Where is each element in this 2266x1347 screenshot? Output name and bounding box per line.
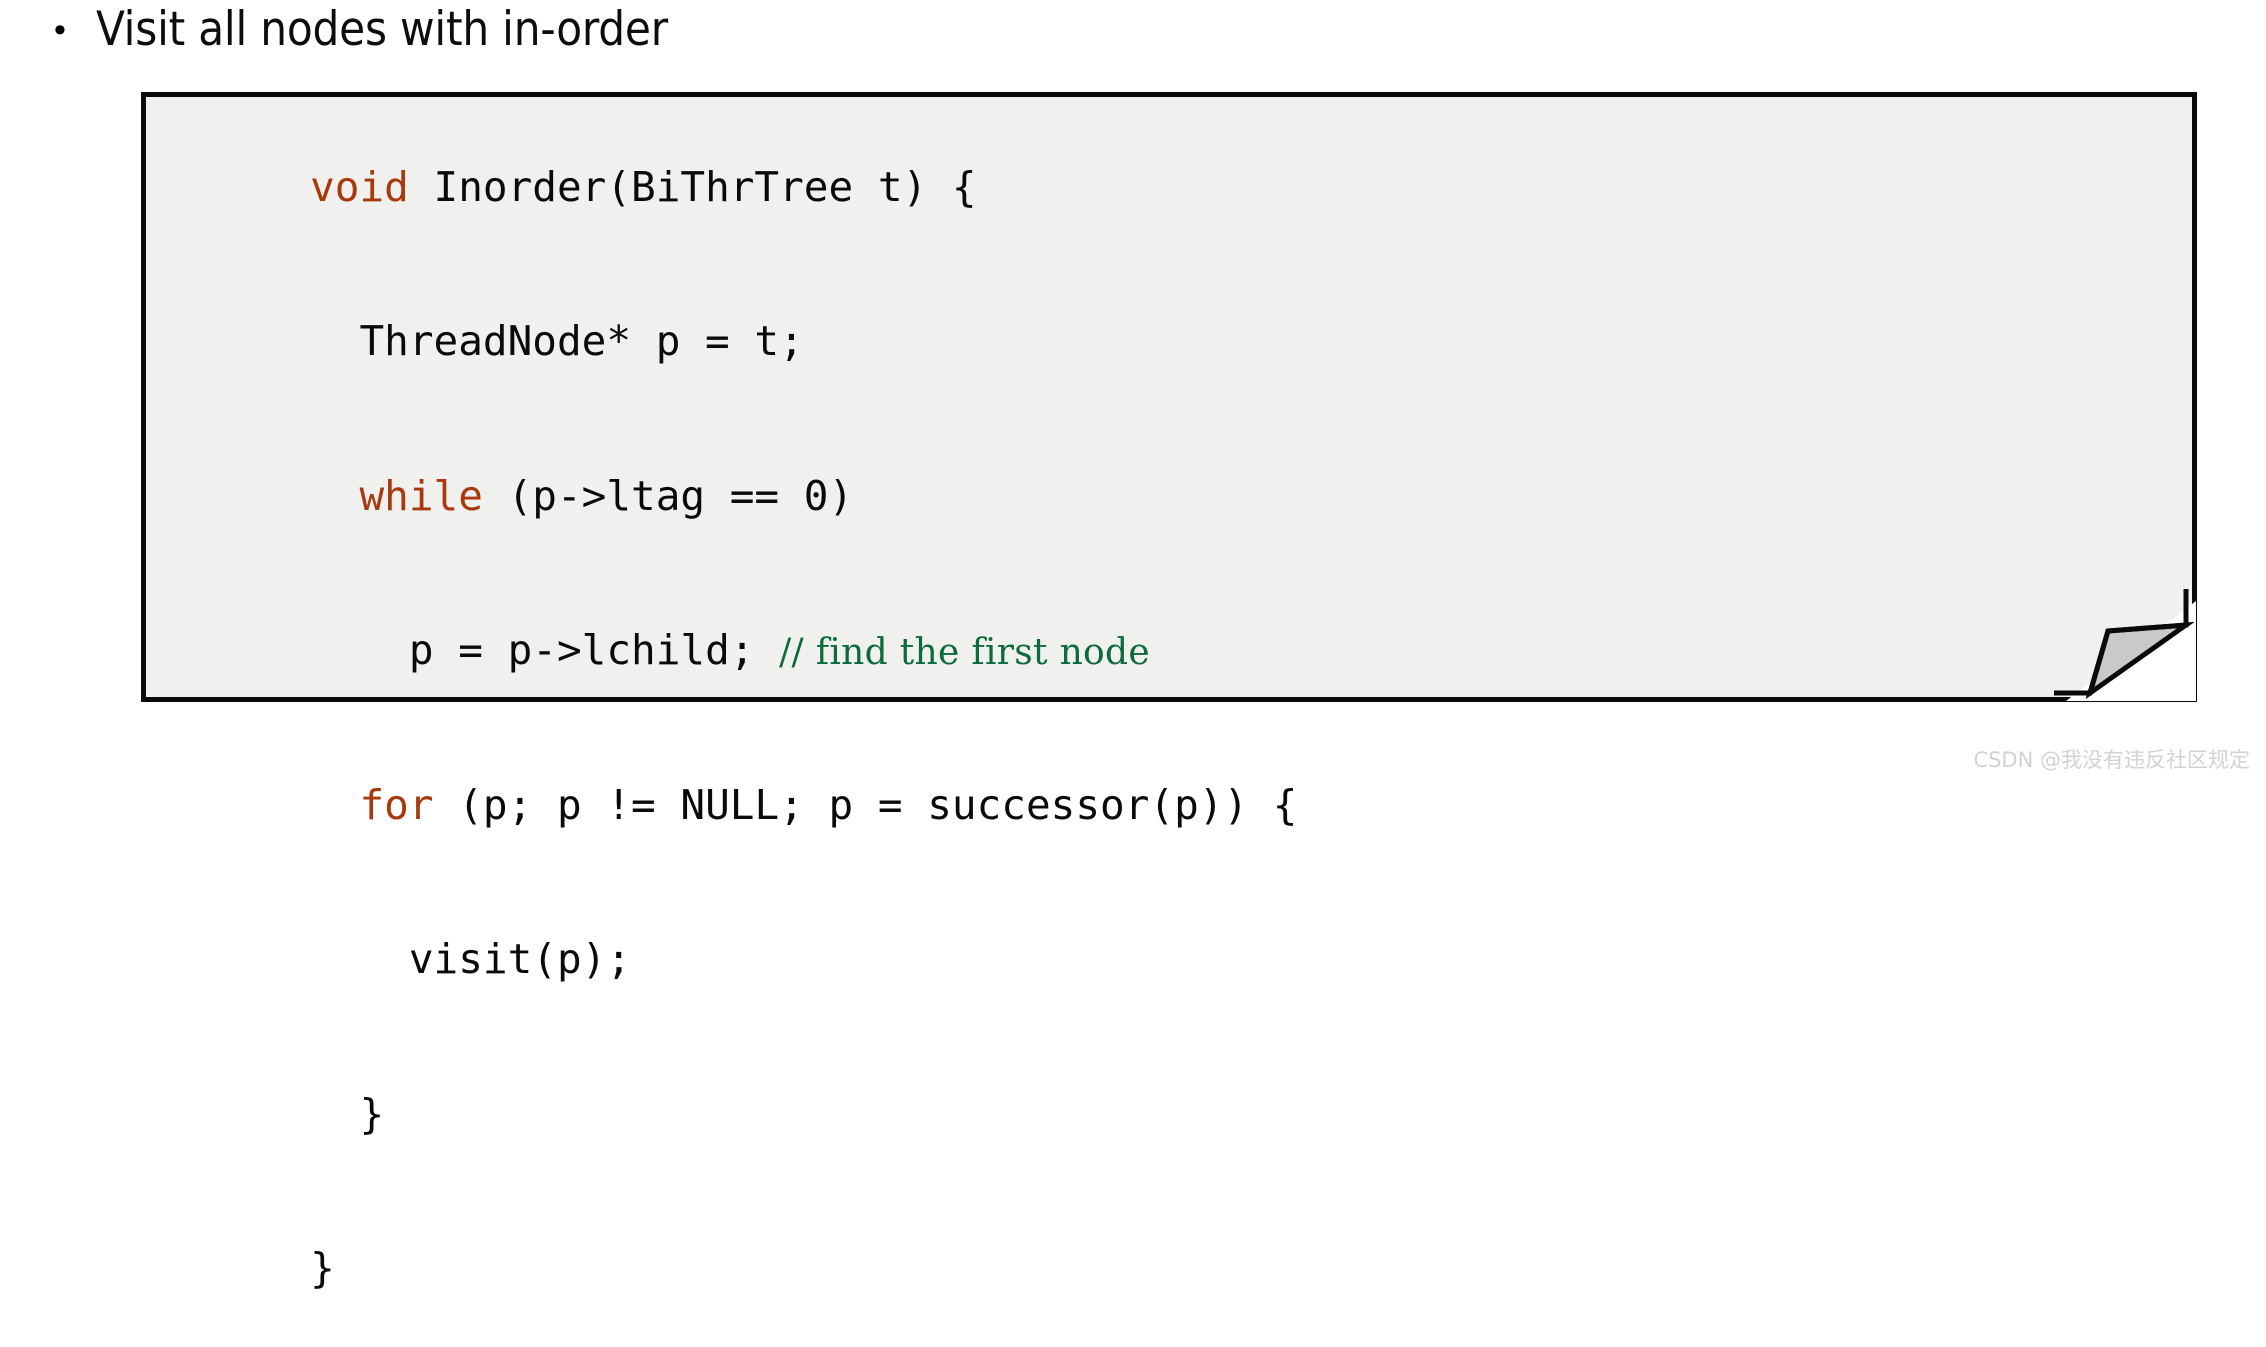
bullet-heading: • Visit all nodes with in-order [54, 2, 668, 58]
code-listing: void Inorder(BiThrTree t) { ThreadNode* … [146, 97, 1298, 1347]
bullet-marker-icon: • [54, 2, 96, 58]
corner-mask [2066, 601, 2196, 701]
code-line: visit(p); [162, 884, 1298, 1039]
code-text: } [310, 1244, 335, 1292]
code-line: while (p->ltag == 0) [162, 420, 1298, 575]
code-indent [310, 317, 359, 365]
code-text: ThreadNode* p = t; [359, 317, 803, 365]
code-line: p = p->lchild; // find the first node [162, 575, 1298, 730]
code-line: for (p; p != NULL; p = successor(p)) { [162, 729, 1298, 884]
code-line: ThreadNode* p = t; [162, 266, 1298, 421]
code-indent [310, 781, 359, 829]
code-line: } [162, 1038, 1298, 1193]
page-title: Visit all nodes with in-order [96, 2, 668, 58]
code-comment: // find the first node [779, 632, 1150, 673]
code-indent [310, 472, 359, 520]
code-keyword: for [359, 781, 433, 829]
code-text: visit(p); [409, 935, 631, 983]
code-line: void Inorder(BiThrTree t) { [162, 111, 1298, 266]
code-block-card: void Inorder(BiThrTree t) { ThreadNode* … [141, 92, 2197, 702]
code-indent [310, 1090, 359, 1138]
code-line: } [162, 1193, 1298, 1347]
code-text: p = p->lchild; [409, 626, 779, 674]
code-text: } [359, 1090, 384, 1138]
code-indent [310, 626, 409, 674]
code-keyword: while [359, 472, 482, 520]
code-text: (p; p != NULL; p = successor(p)) { [434, 781, 1298, 829]
code-indent [310, 935, 409, 983]
csdn-watermark: CSDN @我没有违反社区规定 [1973, 746, 2250, 774]
code-keyword: void [310, 163, 409, 211]
code-text: Inorder(BiThrTree t) { [409, 163, 977, 211]
code-text: (p->ltag == 0) [483, 472, 853, 520]
